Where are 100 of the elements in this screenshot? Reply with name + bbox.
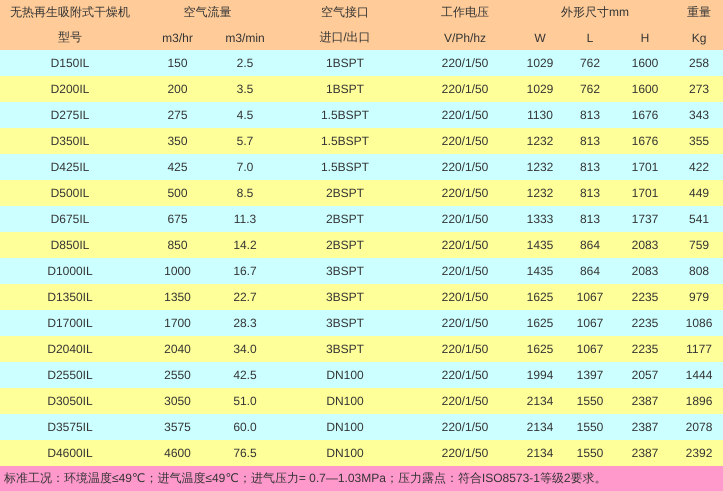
table-cell: 273 (689, 82, 710, 96)
table-cell: 813 (580, 108, 600, 122)
table-cell: 22.7 (233, 290, 257, 304)
table-cell: 864 (580, 264, 600, 278)
table-cell: D850IL (50, 238, 90, 252)
table-cell: D2550IL (47, 368, 93, 382)
table-cell: D3050IL (47, 394, 93, 408)
table-cell: 3575 (164, 420, 191, 434)
table-cell: 2.5 (236, 56, 254, 70)
table-cell: 1700 (164, 316, 191, 330)
table-cell: 2235 (632, 342, 658, 356)
column-header: m3/min (225, 30, 265, 44)
table-cell: 850 (167, 238, 188, 252)
table-cell: D275IL (50, 108, 90, 122)
table-cell: D2040IL (47, 342, 93, 356)
table-cell: 51.0 (233, 394, 257, 408)
table-cell: D500IL (50, 186, 90, 200)
table-cell: 541 (689, 212, 710, 226)
table-cell: 3BSPT (326, 342, 364, 356)
table-cell: 220/1/50 (442, 394, 488, 408)
column-header: 型号 (58, 30, 82, 44)
table-cell: 449 (689, 186, 710, 200)
table-cell: 1676 (632, 108, 658, 122)
table-cell: 3050 (164, 394, 191, 408)
table-cell: D675IL (50, 212, 90, 226)
table-cell: 1435 (526, 264, 554, 278)
table-cell: 2235 (632, 316, 658, 330)
table-cell: 3BSPT (326, 316, 364, 330)
table-cell: 220/1/50 (442, 446, 488, 460)
table-cell: 813 (580, 186, 600, 200)
table-cell: 2083 (632, 238, 658, 252)
column-header: 进口/出口 (319, 30, 371, 44)
table-cell: 42.5 (233, 368, 257, 382)
table-cell: 7.0 (236, 160, 254, 174)
table-cell: 11.3 (234, 212, 256, 226)
table-cell: 1029 (526, 82, 554, 96)
table-cell: 1600 (632, 56, 658, 70)
column-group-header: 工作电压 (441, 5, 489, 19)
table-cell: 759 (689, 238, 710, 252)
table-cell: DN100 (326, 420, 364, 434)
column-group-header: 空气流量 (184, 5, 232, 19)
table-cell: 1BSPT (326, 56, 364, 70)
table-cell: 1550 (576, 420, 604, 434)
table-cell: 1.5BSPT (320, 108, 370, 122)
table-cell: 2392 (686, 446, 712, 460)
table-cell: 2083 (632, 264, 658, 278)
table-cell: 2235 (632, 290, 658, 304)
table-cell: 762 (580, 82, 600, 96)
table-cell: 1067 (576, 290, 604, 304)
table-cell: 2387 (632, 446, 658, 460)
table-cell: 355 (689, 134, 710, 148)
table-cell: 258 (689, 56, 710, 70)
table-cell: D350IL (50, 134, 90, 148)
table-cell: 2057 (632, 368, 658, 382)
table-cell: D1700IL (47, 316, 93, 330)
table-cell: 2BSPT (326, 212, 364, 226)
table-cell: DN100 (326, 394, 364, 408)
table-cell: 350 (167, 134, 188, 148)
table-cell: 1625 (526, 290, 554, 304)
table-cell: 220/1/50 (442, 368, 488, 382)
table-cell: 8.5 (236, 186, 254, 200)
table-cell: 220/1/50 (442, 264, 488, 278)
table-cell: 1.5BSPT (320, 160, 370, 174)
table-cell: 220/1/50 (442, 108, 488, 122)
table-cell: 220/1/50 (442, 82, 488, 96)
table-cell: 60.0 (233, 420, 257, 434)
table-cell: 275 (167, 108, 188, 122)
table-cell: 1701 (632, 160, 658, 174)
table-cell: 28.3 (233, 316, 257, 330)
table-cell: 1550 (576, 394, 604, 408)
table-cell: 1232 (526, 134, 554, 148)
table-cell: 500 (167, 186, 188, 200)
column-group-header: 无热再生吸附式干燥机 (10, 5, 130, 19)
column-header: Kg (692, 30, 706, 44)
column-group-header: 重量 (687, 5, 712, 19)
table-cell: 220/1/50 (442, 290, 488, 304)
table-cell: 4.5 (236, 108, 254, 122)
table-cell: 220/1/50 (442, 316, 488, 330)
table-cell: D1350IL (47, 290, 93, 304)
table-cell: 979 (689, 290, 710, 304)
table-cell: 1BSPT (326, 82, 364, 96)
table-cell: D150IL (50, 56, 90, 70)
column-group-header: 空气接口 (321, 5, 369, 19)
table-cell: 1.5BSPT (320, 134, 370, 148)
table-cell: 220/1/50 (442, 134, 488, 148)
table-cell: 1177 (686, 342, 712, 356)
table-cell: 675 (167, 212, 188, 226)
table-cell: 1067 (576, 316, 604, 330)
table-cell: 1130 (527, 108, 553, 122)
table-cell: DN100 (326, 446, 364, 460)
table-cell: 762 (580, 56, 600, 70)
column-group-header: 外形尺寸mm (561, 5, 630, 19)
table-cell: 2040 (164, 342, 191, 356)
table-cell: 220/1/50 (442, 238, 488, 252)
table-cell: 2387 (632, 420, 658, 434)
table-cell: 1067 (576, 342, 604, 356)
table-cell: D1000IL (47, 264, 93, 278)
table-cell: 150 (167, 56, 188, 70)
table-cell: 76.5 (233, 446, 257, 460)
table-cell: 864 (580, 238, 600, 252)
